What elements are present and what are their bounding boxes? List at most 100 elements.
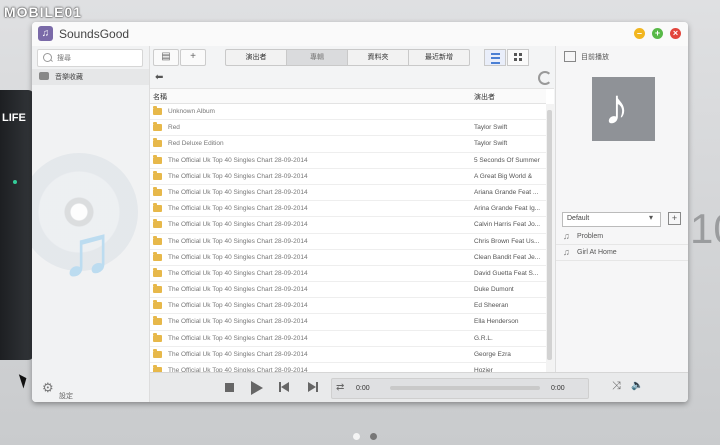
list-view-icon xyxy=(491,53,500,64)
maximize-button[interactable]: + xyxy=(652,28,663,39)
artist-name: Ella Henderson xyxy=(474,318,519,326)
list-view-button[interactable] xyxy=(484,49,506,66)
tab-folder[interactable]: 資料夾 xyxy=(348,49,409,66)
table-row[interactable]: The Official Uk Top 40 Singles Chart 28-… xyxy=(150,153,546,169)
album-name: The Official Uk Top 40 Singles Chart 28-… xyxy=(168,237,308,245)
back-arrow-icon[interactable]: ⬅ xyxy=(155,72,163,83)
music-note-icon: ♫ xyxy=(60,211,114,291)
navigation-row: ⬅ xyxy=(150,70,554,86)
page-dot[interactable] xyxy=(353,433,360,440)
gear-icon[interactable]: ⚙ xyxy=(42,380,54,396)
search-input[interactable] xyxy=(55,51,144,65)
minimize-button[interactable]: – xyxy=(634,28,645,39)
refresh-icon[interactable] xyxy=(538,71,552,85)
tab-album[interactable]: 專輯 xyxy=(287,49,348,66)
table-row[interactable]: The Official Uk Top 40 Singles Chart 28-… xyxy=(150,314,546,331)
now-playing-title: 目前播放 xyxy=(581,54,609,61)
album-name: The Official Uk Top 40 Singles Chart 28-… xyxy=(168,156,308,164)
scrollbar[interactable] xyxy=(546,104,554,373)
artist-name: Duke Dumont xyxy=(474,286,514,294)
folder-icon xyxy=(153,284,162,294)
app-window: ♫ SoundsGood – + × 音樂收藏 ♫ ⚙ 設定 ▤ + 演出者 專… xyxy=(32,22,688,402)
folder-icon xyxy=(153,186,162,196)
column-header-artist[interactable]: 演出者 xyxy=(474,92,495,102)
column-header-name[interactable]: 名稱 xyxy=(153,92,167,102)
view-tabs: 演出者 專輯 資料夾 最近新增 xyxy=(225,49,470,66)
current-time: 0:00 xyxy=(356,385,370,392)
artist-name: Chris Brown Feat Us... xyxy=(474,237,540,245)
table-row[interactable]: The Official Uk Top 40 Singles Chart 28-… xyxy=(150,169,546,185)
table-row[interactable]: The Official Uk Top 40 Singles Chart 28-… xyxy=(150,250,546,266)
artist-name: G.R.L. xyxy=(474,334,493,342)
table-row[interactable]: Unknown Album xyxy=(150,104,546,121)
shuffle-icon[interactable]: ⤨ xyxy=(612,380,621,393)
scrollbar-thumb[interactable] xyxy=(547,110,552,360)
folder-icon xyxy=(153,251,162,261)
table-row[interactable]: The Official Uk Top 40 Singles Chart 28-… xyxy=(150,282,546,299)
page-indicator xyxy=(353,433,377,440)
volume-icon[interactable]: 🔈 xyxy=(631,380,643,391)
toolbar: ▤ + 演出者 專輯 資料夾 最近新增 xyxy=(150,46,554,68)
list-rows: Unknown Album Red Taylor Swift Red Deluxe E… xyxy=(150,104,546,373)
sidebar: 音樂收藏 ♫ ⚙ 設定 xyxy=(32,46,150,402)
grid-view-icon xyxy=(514,53,522,61)
repeat-icon[interactable]: ⇄ xyxy=(336,382,344,393)
table-row[interactable]: The Official Uk Top 40 Singles Chart 28-… xyxy=(150,298,546,315)
song-title: Girl At Home xyxy=(577,249,617,256)
table-row[interactable]: The Official Uk Top 40 Singles Chart 28-… xyxy=(150,347,546,363)
folder-icon xyxy=(153,332,162,342)
table-row[interactable]: The Official Uk Top 40 Singles Chart 28-… xyxy=(150,201,546,218)
table-row[interactable]: The Official Uk Top 40 Singles Chart 28-… xyxy=(150,266,546,283)
folder-icon xyxy=(153,316,162,326)
sidebar-item-label: 音樂收藏 xyxy=(55,74,83,81)
playlist-select[interactable]: Default ▾ xyxy=(562,212,661,227)
grid-view-button[interactable] xyxy=(507,49,529,66)
folder-icon xyxy=(153,106,162,115)
settings-label[interactable]: 設定 xyxy=(59,391,73,401)
table-row[interactable]: The Official Uk Top 40 Singles Chart 28-… xyxy=(150,234,546,250)
chevron-down-icon: ▾ xyxy=(649,213,654,222)
tab-artist[interactable]: 演出者 xyxy=(225,49,287,66)
close-button[interactable]: × xyxy=(670,28,681,39)
folder-icon xyxy=(153,203,162,213)
folder-icon xyxy=(153,219,162,229)
stop-icon[interactable] xyxy=(225,383,234,392)
playlist-select-value: Default xyxy=(567,215,590,222)
page-dot-active[interactable] xyxy=(370,433,377,440)
album-name: The Official Uk Top 40 Singles Chart 28-… xyxy=(168,172,308,180)
next-track-icon[interactable] xyxy=(308,382,318,392)
table-row[interactable]: The Official Uk Top 40 Singles Chart 28-… xyxy=(150,331,546,347)
sidebar-item-music-collection[interactable]: 音樂收藏 xyxy=(32,69,149,85)
artist-name: Taylor Swift xyxy=(474,124,508,132)
artist-name: Taylor Swift xyxy=(474,140,508,148)
table-row[interactable]: The Official Uk Top 40 Singles Chart 28-… xyxy=(150,217,546,234)
search-box[interactable] xyxy=(37,49,144,67)
tab-recently-added[interactable]: 最近新增 xyxy=(409,49,470,66)
previous-track-icon[interactable] xyxy=(279,382,289,392)
artist-name: David Guetta Feat S... xyxy=(474,269,539,277)
artist-name: 5 Seconds Of Summer xyxy=(474,156,540,164)
end-time: 0:00 xyxy=(551,385,565,392)
playlist-song[interactable]: ♫ Girl At Home xyxy=(556,245,688,261)
add-button[interactable]: + xyxy=(180,49,206,66)
artist-name: A Great Big World & xyxy=(474,172,533,180)
album-list: 名稱 演出者 Unknown Album Red Taylor Swift Red D… xyxy=(150,88,554,373)
table-row[interactable]: The Official Uk Top 40 Singles Chart 28-… xyxy=(150,185,546,202)
album-name: The Official Uk Top 40 Singles Chart 28-… xyxy=(168,221,308,229)
nas-device: LIFE xyxy=(0,90,34,360)
album-name: Unknown Album xyxy=(168,108,215,115)
playlist-song[interactable]: ♫ Problem xyxy=(556,229,688,245)
album-art: ♪ xyxy=(592,77,655,141)
music-library-icon xyxy=(39,72,49,80)
now-playing-panel: 目前播放 ♪ Default ▾ + ♫ Problem ♫ Girl At H… xyxy=(555,46,688,372)
progress-slider[interactable] xyxy=(390,386,540,390)
add-to-playlist-button[interactable]: + xyxy=(668,212,681,225)
table-row[interactable]: Red Deluxe Edition Taylor Swift xyxy=(150,136,546,153)
edit-button[interactable]: ▤ xyxy=(153,49,179,66)
background-digits: 10 xyxy=(690,205,720,252)
artist-name: Clean Bandit Feat Je... xyxy=(474,253,541,261)
play-icon[interactable] xyxy=(251,381,263,395)
table-row[interactable]: Red Taylor Swift xyxy=(150,120,546,137)
folder-icon xyxy=(153,348,162,358)
song-title: Problem xyxy=(577,233,604,240)
